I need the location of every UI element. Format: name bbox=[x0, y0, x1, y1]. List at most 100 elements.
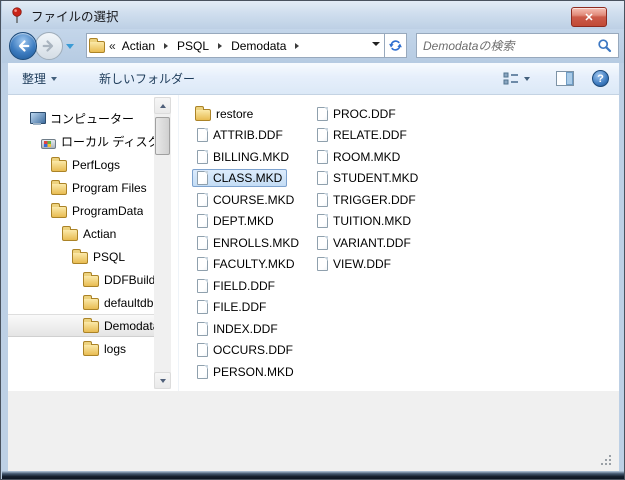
tree-item[interactable]: DDFBuilder bbox=[8, 268, 154, 291]
help-button[interactable]: ? bbox=[592, 70, 609, 87]
file-item-inner[interactable]: COURSE.MKD bbox=[192, 191, 299, 209]
breadcrumb-item-label[interactable]: Demodata bbox=[229, 38, 288, 54]
breadcrumb-segment[interactable]: Actian bbox=[120, 38, 175, 54]
file-item-inner[interactable]: STUDENT.MKD bbox=[312, 169, 423, 187]
folder-icon bbox=[51, 206, 67, 218]
file-item[interactable]: TUITION.MKD bbox=[312, 211, 437, 233]
file-column-1: restore ATTRIB.DDF BILLING.MKD bbox=[192, 103, 317, 383]
file-item[interactable]: CLASS.MKD bbox=[192, 168, 317, 190]
file-item[interactable]: VIEW.DDF bbox=[312, 254, 437, 276]
file-item[interactable]: OCCURS.DDF bbox=[192, 340, 317, 362]
file-item-inner[interactable]: TRIGGER.DDF bbox=[312, 191, 421, 209]
search-input[interactable] bbox=[417, 35, 597, 56]
file-item[interactable]: ENROLLS.MKD bbox=[192, 232, 317, 254]
file-item[interactable]: DEPT.MKD bbox=[192, 211, 317, 233]
file-item-inner[interactable]: INDEX.DDF bbox=[192, 320, 283, 338]
refresh-button[interactable] bbox=[385, 33, 407, 58]
doc-icon bbox=[197, 150, 208, 164]
tree-item[interactable]: logs bbox=[8, 337, 154, 360]
close-icon: ✕ bbox=[584, 11, 593, 24]
file-item[interactable]: ROOM.MKD bbox=[312, 146, 437, 168]
file-item[interactable]: restore bbox=[192, 103, 317, 125]
file-item-inner[interactable]: FIELD.DDF bbox=[192, 277, 280, 295]
close-button[interactable]: ✕ bbox=[571, 7, 607, 27]
file-item-inner[interactable]: FACULTY.MKD bbox=[192, 255, 300, 273]
file-item[interactable]: BILLING.MKD bbox=[192, 146, 317, 168]
forward-button[interactable] bbox=[35, 32, 63, 60]
tree-item[interactable]: Actian bbox=[8, 222, 154, 245]
file-item[interactable]: COURSE.MKD bbox=[192, 189, 317, 211]
help-icon: ? bbox=[597, 73, 604, 85]
file-item-inner[interactable]: PERSON.MKD bbox=[192, 363, 299, 381]
file-item-inner[interactable]: restore bbox=[192, 104, 258, 123]
tree-item[interactable]: コンピューター bbox=[8, 107, 154, 130]
file-item-inner[interactable]: BILLING.MKD bbox=[192, 148, 294, 166]
tree-item[interactable]: Demodata bbox=[8, 314, 154, 337]
file-item-inner[interactable]: ROOM.MKD bbox=[312, 148, 405, 166]
file-item[interactable]: FILE.DDF bbox=[192, 297, 317, 319]
file-item-inner[interactable]: ENROLLS.MKD bbox=[192, 234, 304, 252]
file-item[interactable]: VARIANT.DDF bbox=[312, 232, 437, 254]
file-item[interactable]: TRIGGER.DDF bbox=[312, 189, 437, 211]
file-item-inner[interactable]: VARIANT.DDF bbox=[312, 234, 416, 252]
change-view-button[interactable] bbox=[495, 68, 538, 90]
file-item-label: TRIGGER.DDF bbox=[333, 193, 416, 207]
tree-item[interactable]: ローカル ディスク bbox=[8, 130, 154, 153]
preview-pane-button[interactable] bbox=[548, 67, 582, 90]
file-item-inner[interactable]: CLASS.MKD bbox=[192, 169, 287, 187]
breadcrumb-overflow[interactable]: « bbox=[109, 39, 116, 53]
tree-scrollbar[interactable] bbox=[154, 97, 171, 389]
file-item-inner[interactable]: PROC.DDF bbox=[312, 105, 401, 123]
doc-icon bbox=[197, 171, 208, 185]
recent-pages-chevron-icon[interactable] bbox=[66, 44, 74, 49]
file-item-inner[interactable]: TUITION.MKD bbox=[312, 212, 416, 230]
forward-arrow-icon bbox=[40, 37, 58, 55]
file-item-inner[interactable]: ATTRIB.DDF bbox=[192, 126, 288, 144]
file-item-inner[interactable]: VIEW.DDF bbox=[312, 255, 396, 273]
file-item-label: TUITION.MKD bbox=[333, 214, 411, 228]
organize-button[interactable]: 整理 bbox=[14, 66, 65, 91]
file-item-label: FACULTY.MKD bbox=[213, 257, 295, 271]
file-item-inner[interactable]: RELATE.DDF bbox=[312, 126, 412, 144]
tree-item[interactable]: ProgramData bbox=[8, 199, 154, 222]
file-item[interactable]: RELATE.DDF bbox=[312, 125, 437, 147]
navigation-bar: « Actian PSQL Demodata bbox=[2, 29, 625, 63]
file-item-inner[interactable]: FILE.DDF bbox=[192, 298, 271, 316]
file-item[interactable]: FACULTY.MKD bbox=[192, 254, 317, 276]
scroll-down-button[interactable] bbox=[154, 372, 171, 389]
search-icon[interactable] bbox=[597, 38, 612, 53]
address-dropdown-icon[interactable] bbox=[372, 42, 380, 46]
tree-item[interactable]: defaultdb bbox=[8, 291, 154, 314]
doc-icon bbox=[317, 128, 328, 142]
toolbar-right-group: ? bbox=[495, 67, 619, 90]
tree-item-label: Program Files bbox=[72, 181, 147, 195]
tree-item[interactable]: PerfLogs bbox=[8, 153, 154, 176]
address-folder-icon bbox=[89, 41, 105, 53]
file-item[interactable]: ATTRIB.DDF bbox=[192, 125, 317, 147]
scroll-up-button[interactable] bbox=[154, 97, 171, 114]
file-item-inner[interactable]: OCCURS.DDF bbox=[192, 341, 298, 359]
file-item[interactable]: INDEX.DDF bbox=[192, 318, 317, 340]
file-item[interactable]: STUDENT.MKD bbox=[312, 168, 437, 190]
resize-grip[interactable] bbox=[599, 453, 611, 465]
breadcrumb-segment[interactable]: PSQL bbox=[175, 38, 229, 54]
new-folder-button[interactable]: 新しいフォルダー bbox=[91, 66, 203, 91]
file-item-inner[interactable]: DEPT.MKD bbox=[192, 212, 279, 230]
breadcrumb-segment[interactable]: Demodata bbox=[229, 38, 306, 54]
file-item[interactable]: FIELD.DDF bbox=[192, 275, 317, 297]
refresh-icon bbox=[388, 38, 403, 53]
tree-item[interactable]: Program Files bbox=[8, 176, 154, 199]
breadcrumb-item-label[interactable]: PSQL bbox=[175, 38, 211, 54]
doc-icon bbox=[197, 365, 208, 379]
folder-icon bbox=[83, 275, 99, 287]
breadcrumb-item-label[interactable]: Actian bbox=[120, 38, 157, 54]
new-folder-label: 新しいフォルダー bbox=[99, 70, 195, 87]
scrollbar-thumb[interactable] bbox=[155, 117, 170, 155]
tree-item-label: PerfLogs bbox=[72, 158, 120, 172]
back-button[interactable] bbox=[9, 32, 37, 60]
breadcrumb[interactable]: « Actian PSQL Demodata bbox=[86, 33, 385, 58]
tree-item[interactable]: PSQL bbox=[8, 245, 154, 268]
doc-icon bbox=[197, 257, 208, 271]
file-item[interactable]: PROC.DDF bbox=[312, 103, 437, 125]
file-item[interactable]: PERSON.MKD bbox=[192, 361, 317, 383]
